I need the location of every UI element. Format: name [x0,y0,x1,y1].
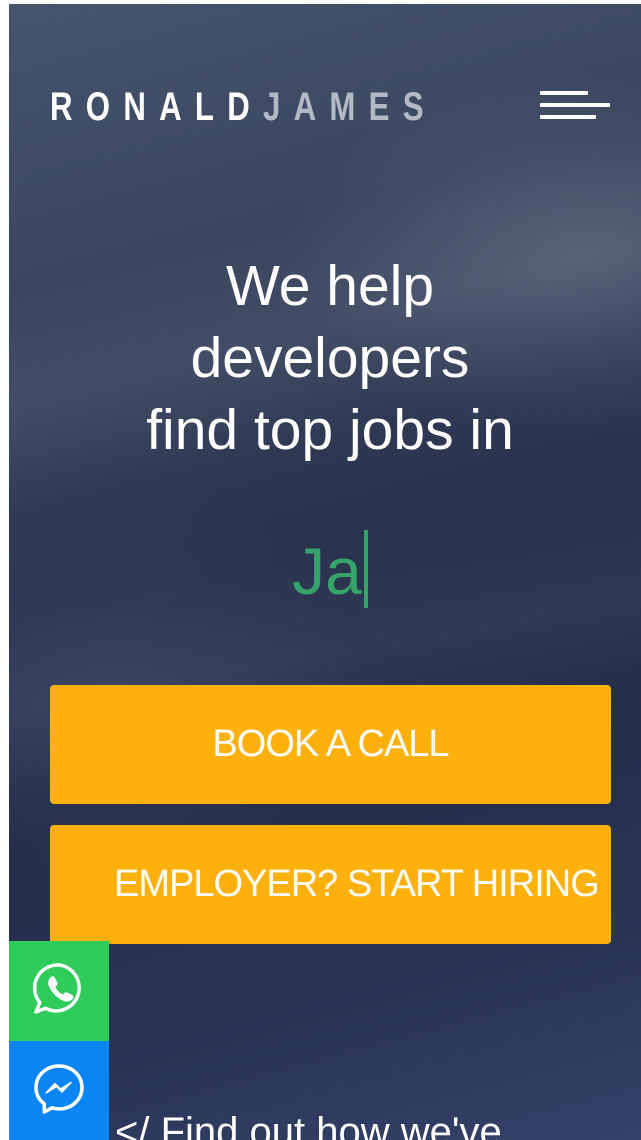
typed-word: Ja [292,534,362,608]
page: RONALD JAMES We help developers find top … [0,0,641,1140]
menu-line-bottom [540,115,596,119]
hamburger-menu-icon[interactable] [537,88,613,128]
menu-line-middle [540,103,610,107]
logo-last-name: JAMES [263,85,437,129]
book-a-call-button[interactable]: BOOK A CALL [50,685,611,804]
start-hiring-button[interactable]: EMPLOYER? START HIRING [50,825,611,944]
messenger-icon [34,1064,84,1114]
whatsapp-chat-button[interactable] [9,941,109,1041]
headline-line-1: We help [225,254,435,318]
section-tagline: </ Find out how we've [115,1110,502,1140]
typing-cursor [363,530,368,608]
menu-line-top [540,91,588,95]
headline-line-2: developers [190,326,470,390]
logo-first-name: RONALD [50,85,264,129]
messenger-chat-button[interactable] [9,1041,109,1140]
hero-headline: We help developers find top jobs in [70,250,590,466]
site-logo[interactable]: RONALD JAMES [50,82,437,132]
typed-text: Ja [130,530,530,611]
start-hiring-label: EMPLOYER? START HIRING [114,863,600,905]
whatsapp-icon [32,963,81,1014]
headline-line-3: find top jobs in [146,398,514,462]
